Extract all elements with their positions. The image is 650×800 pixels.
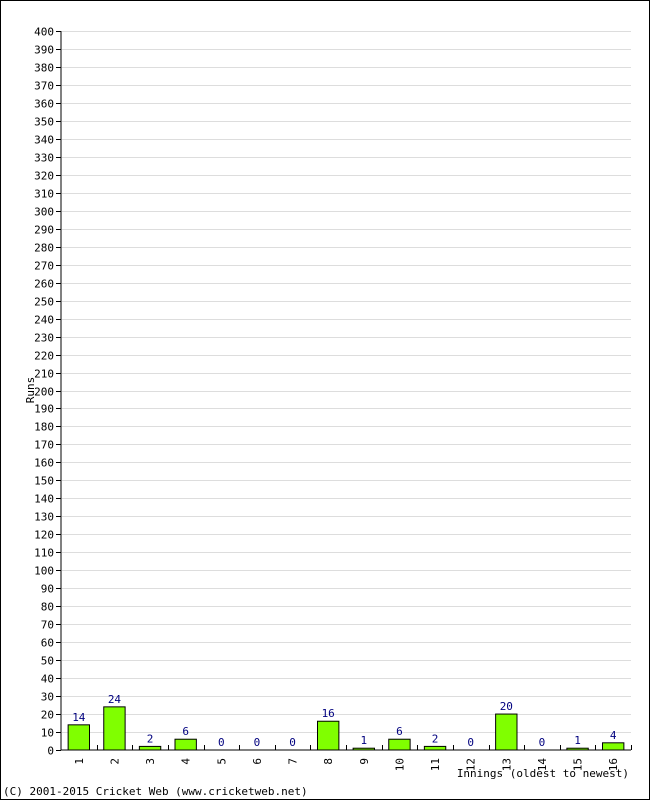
y-tick-label: 60 (41, 637, 54, 650)
y-tick-label: 170 (34, 439, 54, 452)
bar-value-label: 14 (72, 711, 86, 724)
y-tick-label: 110 (34, 547, 54, 560)
runs-bar-chart: 0102030405060708090100110120130140150160… (24, 26, 632, 780)
x-tick-label: 3 (144, 758, 157, 765)
y-tick-label: 300 (34, 206, 54, 219)
x-tick-label: 8 (322, 758, 335, 765)
gridlines (62, 31, 631, 733)
y-tick-label: 320 (34, 170, 54, 183)
bar-value-label: 20 (500, 700, 513, 713)
copyright-notice: (C) 2001-2015 Cricket Web (www.cricketwe… (3, 785, 308, 798)
bar-value-label: 4 (610, 729, 617, 742)
bar (495, 713, 518, 751)
y-tick-label: 230 (34, 332, 54, 345)
y-tick-label: 310 (34, 188, 54, 201)
bars: 1424260 0 016162 0200 1 4 (67, 693, 625, 751)
bar-value-label: 1 (574, 734, 581, 747)
y-tick-label: 160 (34, 457, 54, 470)
x-tick-label: 7 (287, 758, 300, 765)
y-tick-label: 220 (34, 350, 54, 363)
x-tick-label: 10 (393, 758, 406, 771)
bar-value-label: 0 (539, 736, 546, 749)
y-tick-label: 350 (34, 116, 54, 129)
y-tick-label: 260 (34, 278, 54, 291)
y-tick-label: 240 (34, 314, 54, 327)
bar (138, 745, 162, 751)
y-tick-label: 280 (34, 242, 54, 255)
y-tick-label: 50 (41, 655, 54, 668)
bar (103, 706, 126, 751)
x-tick-label: 9 (358, 758, 371, 765)
bar (67, 724, 90, 751)
y-tick-label: 200 (34, 386, 54, 399)
y-tick-label: 100 (34, 565, 54, 578)
x-tick-label: 4 (180, 758, 193, 765)
bar-value-label: 0 (218, 736, 225, 749)
bar (423, 745, 447, 751)
bar-value-label: 6 (396, 725, 403, 738)
bar (602, 742, 625, 751)
y-tick-label: 120 (34, 529, 54, 542)
y-tick-label: 40 (41, 673, 54, 686)
y-tick-label: 0 (47, 745, 54, 758)
x-axis-label: Innings (oldest to newest) (457, 767, 629, 780)
y-tick-label: 20 (41, 709, 54, 722)
x-tick-label: 6 (251, 758, 264, 765)
x-tick-label: 1 (73, 758, 86, 765)
y-tick-label: 70 (41, 619, 54, 632)
bar-value-label: 0 (254, 736, 261, 749)
y-tick-label: 400 (34, 26, 54, 39)
bar-value-label: 2 (147, 732, 154, 745)
x-tick-label: 5 (215, 758, 228, 765)
y-tick-label: 190 (34, 403, 54, 416)
x-tick-label: 11 (429, 758, 442, 771)
bar-value-label: 0 (467, 736, 474, 749)
y-tick-label: 290 (34, 224, 54, 237)
x-tick-label: 2 (108, 758, 121, 765)
y-tick-label: 10 (41, 727, 54, 740)
y-tick-label: 90 (41, 583, 54, 596)
y-tick-label: 360 (34, 98, 54, 111)
y-tick-label: 150 (34, 475, 54, 488)
bar-value-label: 16 (322, 707, 335, 720)
y-tick-label: 180 (34, 421, 54, 434)
bar-value-label: 0 (289, 736, 296, 749)
y-tick-label: 80 (41, 601, 54, 614)
bar-value-label: 24 (108, 693, 122, 706)
bar-value-label: 1 (361, 734, 368, 747)
y-tick-label: 210 (34, 368, 54, 381)
y-axis-ticks: 0 10 20 30 40 50 60 70 80 90 100 110 120 130 140 150 160… (34, 26, 61, 758)
bar (388, 738, 411, 751)
y-tick-label: 340 (34, 134, 54, 147)
bar (174, 738, 197, 751)
bar-value-label: 6 (182, 725, 189, 738)
y-tick-label: 380 (34, 62, 54, 75)
y-tick-label: 370 (34, 80, 54, 93)
bar (317, 720, 340, 751)
y-tick-label: 250 (34, 296, 54, 309)
y-tick-label: 30 (41, 691, 54, 704)
bar-value-label: 2 (432, 732, 439, 745)
y-tick-label: 140 (34, 493, 54, 506)
y-tick-label: 270 (34, 260, 54, 273)
y-tick-label: 390 (34, 44, 54, 57)
y-tick-label: 130 (34, 511, 54, 524)
y-axis-label: Runs (24, 377, 37, 404)
y-tick-label: 330 (34, 152, 54, 165)
